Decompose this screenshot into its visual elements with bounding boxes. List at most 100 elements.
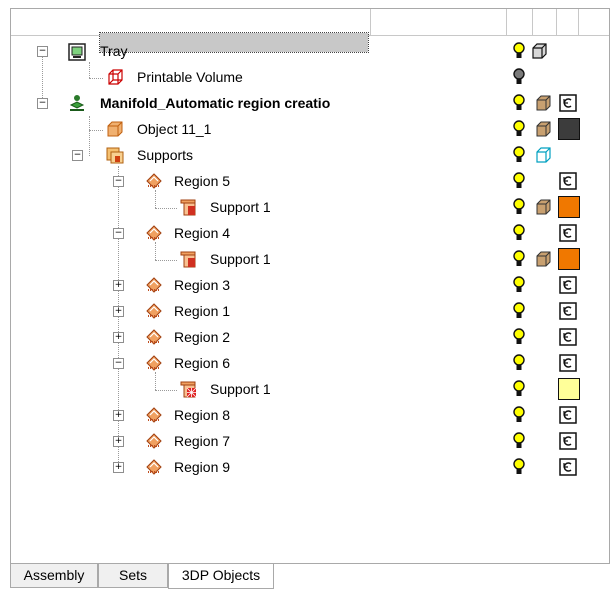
tree-line [155, 372, 156, 390]
lightbulb-on-icon[interactable] [512, 458, 526, 476]
collapse-supports-button[interactable]: − [72, 150, 83, 161]
reset-color-icon[interactable] [559, 172, 577, 190]
reset-color-icon[interactable] [559, 276, 577, 294]
tree-line [155, 390, 177, 391]
tree-node-region-5[interactable]: Region 5 [174, 172, 230, 190]
reset-color-icon[interactable] [559, 94, 577, 112]
expand-region-8-button[interactable]: + [113, 410, 124, 421]
tree-node-manifold[interactable]: Manifold_Automatic region creatio [100, 94, 330, 112]
tree-node-region-4[interactable]: Region 4 [174, 224, 230, 242]
lightbulb-on-icon[interactable] [512, 250, 526, 268]
tree-node-region-7[interactable]: Region 7 [174, 432, 230, 450]
tab-assembly[interactable]: Assembly [10, 564, 98, 588]
printable-volume-icon [108, 69, 123, 85]
support-block-color-swatch[interactable] [558, 378, 580, 400]
tree-node-region-8[interactable]: Region 8 [174, 406, 230, 424]
header-name-column[interactable] [11, 9, 371, 35]
lightbulb-on-icon[interactable] [512, 94, 526, 112]
reset-color-icon[interactable] [559, 328, 577, 346]
support-icon [180, 251, 196, 268]
tree-line [118, 166, 119, 468]
region-icon [146, 277, 162, 293]
shading-mode-icon[interactable] [534, 250, 552, 268]
support-color-swatch[interactable] [558, 248, 580, 270]
region-icon [146, 329, 162, 345]
collapse-region-5-button[interactable]: − [113, 176, 124, 187]
lightbulb-on-icon[interactable] [512, 120, 526, 138]
expand-region-7-button[interactable]: + [113, 436, 124, 447]
lightbulb-on-icon[interactable] [512, 146, 526, 164]
header-color-column[interactable] [533, 9, 557, 35]
tree-node-region-4-support-1[interactable]: Support 1 [210, 250, 271, 268]
tree-line [89, 116, 90, 156]
collapse-region-4-button[interactable]: − [113, 228, 124, 239]
tab-sets[interactable]: Sets [98, 564, 168, 588]
lightbulb-on-icon[interactable] [512, 328, 526, 346]
reset-color-icon[interactable] [559, 458, 577, 476]
tree-node-region-3[interactable]: Region 3 [174, 276, 230, 294]
shading-mode-icon[interactable] [534, 94, 552, 112]
reset-color-icon[interactable] [559, 224, 577, 242]
tree-node-region-5-support-1[interactable]: Support 1 [210, 198, 271, 216]
tree-node-region-6-support-1[interactable]: Support 1 [210, 380, 271, 398]
collapse-region-6-button[interactable]: − [113, 358, 124, 369]
support-icon [180, 199, 196, 216]
collapse-tray-button[interactable]: − [37, 46, 48, 57]
lightbulb-on-icon[interactable] [512, 42, 526, 60]
expand-region-2-button[interactable]: + [113, 332, 124, 343]
lightbulb-on-icon[interactable] [512, 302, 526, 320]
tree-node-region-1[interactable]: Region 1 [174, 302, 230, 320]
tree-node-supports[interactable]: Supports [137, 146, 193, 164]
tree-line [155, 190, 156, 208]
header-extra-column[interactable] [557, 9, 579, 35]
lightbulb-on-icon[interactable] [512, 406, 526, 424]
tree-node-region-2[interactable]: Region 2 [174, 328, 230, 346]
tree-line [42, 56, 43, 104]
tab-3dp-objects[interactable]: 3DP Objects [168, 564, 274, 589]
tree-line [89, 62, 90, 78]
tree-column-header [11, 9, 609, 36]
expand-region-3-button[interactable]: + [113, 280, 124, 291]
shading-mode-icon[interactable] [534, 198, 552, 216]
reset-color-icon[interactable] [559, 302, 577, 320]
region-icon [146, 459, 162, 475]
shading-mode-icon[interactable] [534, 120, 552, 138]
lightbulb-on-icon[interactable] [512, 380, 526, 398]
supports-folder-icon [106, 147, 124, 164]
tree-line [155, 242, 156, 260]
tree-node-region-9[interactable]: Region 9 [174, 458, 230, 476]
tree-node-region-6[interactable]: Region 6 [174, 354, 230, 372]
reset-color-icon[interactable] [559, 432, 577, 450]
lightbulb-on-icon[interactable] [512, 224, 526, 242]
manifold-icon [69, 95, 85, 111]
region-icon [146, 225, 162, 241]
region-icon [146, 173, 162, 189]
tray-row-selection [99, 32, 369, 53]
support-color-swatch[interactable] [558, 196, 580, 218]
wireframe-mode-icon[interactable] [534, 146, 552, 164]
lightbulb-on-icon[interactable] [512, 432, 526, 450]
lightbulb-on-icon[interactable] [512, 198, 526, 216]
tree-node-object-11-1[interactable]: Object 11_1 [137, 120, 211, 138]
lightbulb-on-icon[interactable] [512, 172, 526, 190]
object-icon [107, 121, 123, 137]
region-icon [146, 303, 162, 319]
lightbulb-on-icon[interactable] [512, 354, 526, 372]
collapse-manifold-button[interactable]: − [37, 98, 48, 109]
lightbulb-off-icon[interactable] [512, 68, 526, 86]
region-icon [146, 355, 162, 371]
shading-mode-icon[interactable] [530, 42, 548, 60]
expand-region-1-button[interactable]: + [113, 306, 124, 317]
header-visibility-column[interactable] [371, 9, 507, 35]
tree-line [89, 130, 103, 131]
header-shading-column[interactable] [507, 9, 533, 35]
tree-node-printable-volume[interactable]: Printable Volume [137, 68, 243, 86]
lightbulb-on-icon[interactable] [512, 276, 526, 294]
tree-node-tray[interactable]: Tray [100, 42, 127, 60]
tray-icon [68, 43, 86, 61]
expand-region-9-button[interactable]: + [113, 462, 124, 473]
reset-color-icon[interactable] [559, 406, 577, 424]
object-color-swatch[interactable] [558, 118, 580, 140]
support-block-icon [180, 381, 197, 398]
reset-color-icon[interactable] [559, 354, 577, 372]
